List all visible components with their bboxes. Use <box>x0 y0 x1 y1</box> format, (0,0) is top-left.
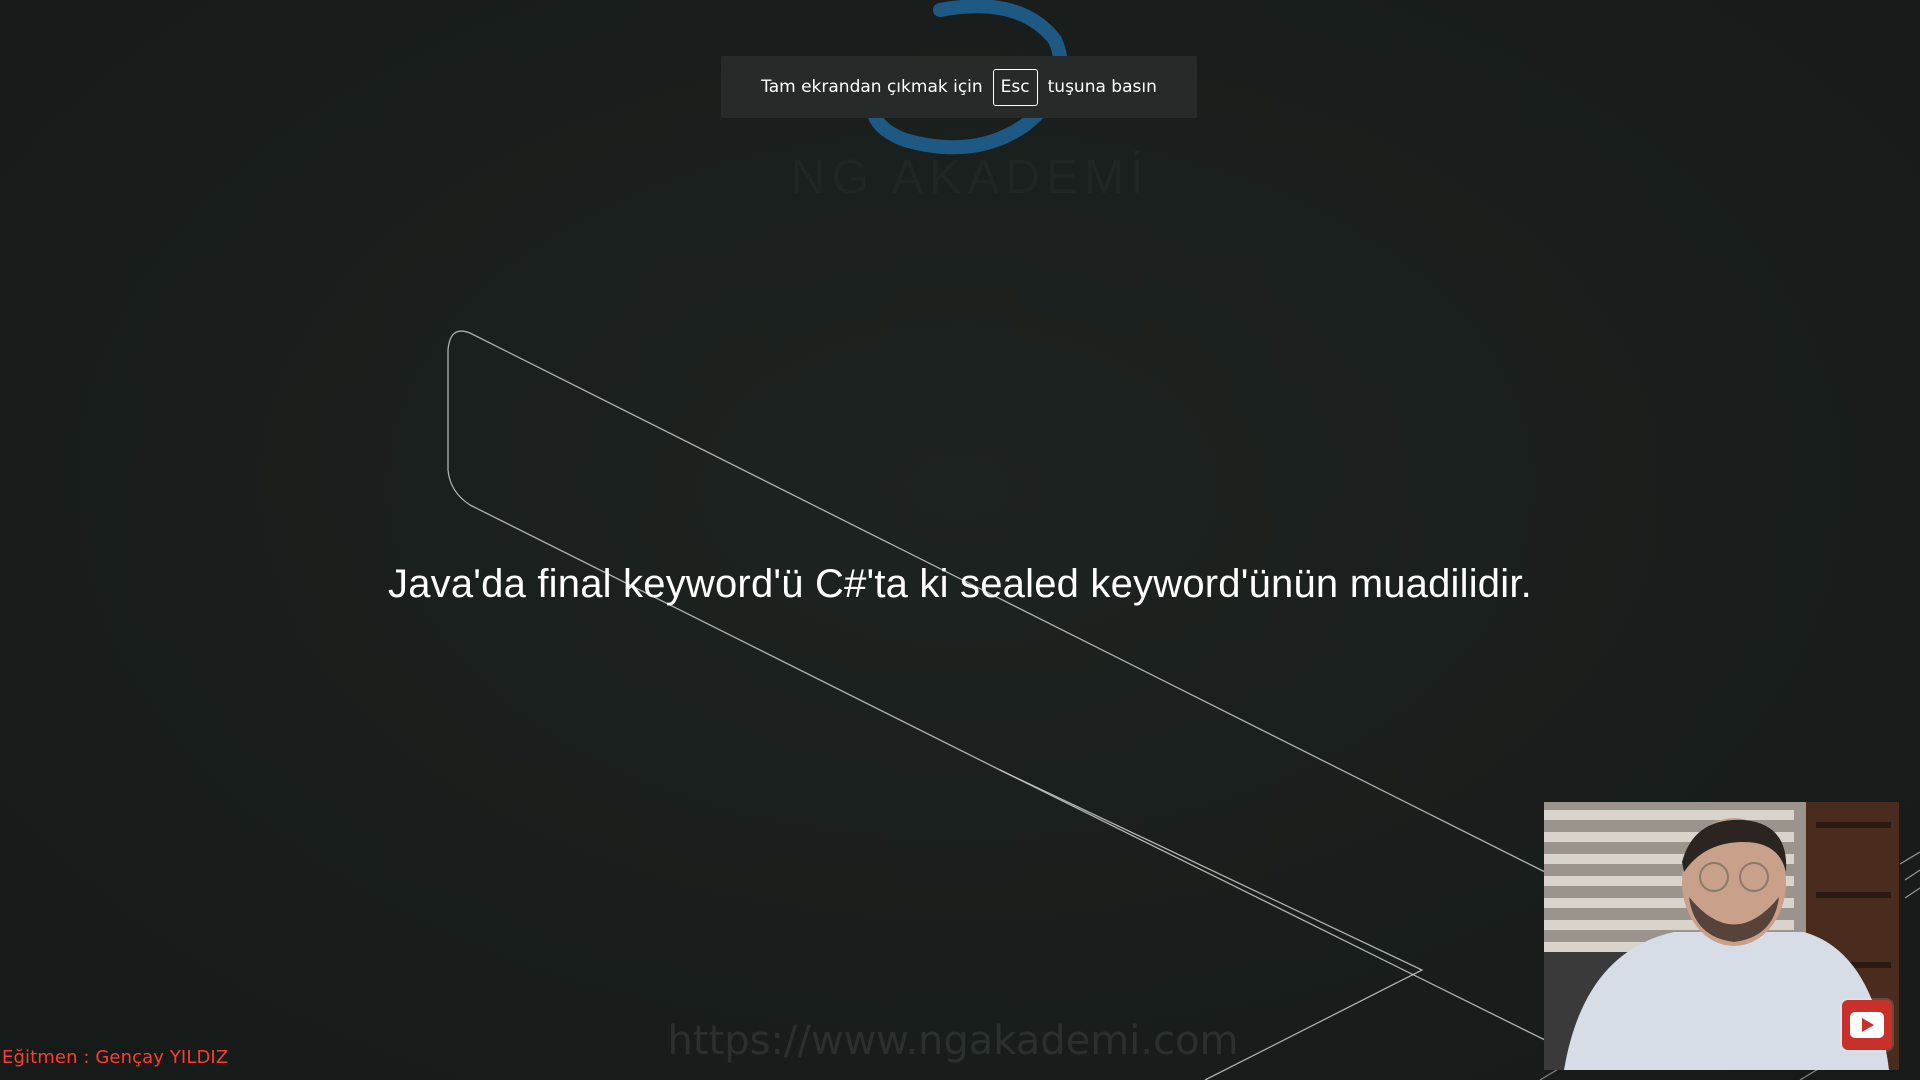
instructor-label: Eğitmen : Gençay YILDIZ <box>2 1047 229 1068</box>
fullscreen-exit-notice: Tam ekrandan çıkmak için Esc tuşuna bası… <box>721 56 1197 118</box>
play-triangle <box>1862 1018 1874 1032</box>
slide-subtitle: Java'da final keyword'ü C#'ta ki sealed … <box>388 562 1532 606</box>
play-button-plate <box>1850 1012 1884 1038</box>
esc-key-badge: Esc <box>992 68 1038 106</box>
fullscreen-notice-prefix: Tam ekrandan çıkmak için <box>761 77 983 97</box>
video-frame: NG AKADEMİ Tam ekrandan çıkmak için Esc … <box>0 0 1920 1080</box>
brand-watermark: NG AKADEMİ <box>790 151 1150 204</box>
fullscreen-notice-suffix: tuşuna basın <box>1047 77 1157 97</box>
youtube-play-icon[interactable] <box>1842 1000 1892 1050</box>
